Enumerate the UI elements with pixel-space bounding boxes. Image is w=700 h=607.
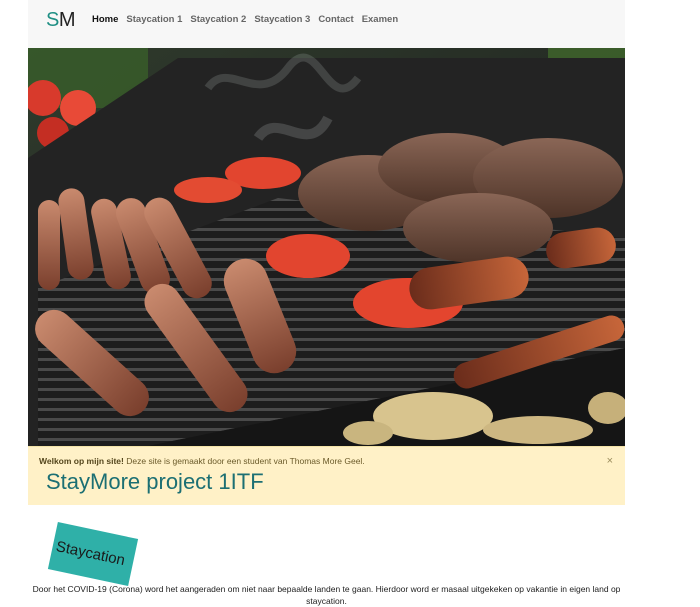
hero-image [28, 48, 625, 446]
brand-letter-s: S [46, 9, 59, 31]
page-title: StayMore project 1ITF [46, 469, 264, 494]
nav-item-contact[interactable]: Contact [318, 14, 353, 25]
welcome-alert: Welkom op mijn site! Deze site is gemaak… [28, 446, 625, 505]
brand-logo[interactable]: SM [46, 9, 76, 31]
nav-item-home[interactable]: Home [92, 14, 118, 25]
nav-item-staycation-1[interactable]: Staycation 1 [126, 14, 182, 25]
nav-item-staycation-3[interactable]: Staycation 3 [254, 14, 310, 25]
close-icon[interactable]: × [607, 455, 613, 467]
brand-letter-m: M [58, 9, 76, 31]
intro-paragraph: Door het COVID-19 (Corona) word het aang… [32, 584, 621, 606]
barbecue-illustration [28, 48, 625, 446]
alert-strong: Welkom op mijn site! [39, 456, 124, 466]
alert-body: Deze site is gemaakt door een student va… [126, 456, 365, 466]
nav-item-examen[interactable]: Examen [362, 14, 398, 25]
nav-item-staycation-2[interactable]: Staycation 2 [190, 14, 246, 25]
nav-menu: Home Staycation 1 Staycation 2 Staycatio… [92, 14, 398, 25]
navbar: SM Home Staycation 1 Staycation 2 Stayca… [28, 0, 625, 48]
alert-message: Welkom op mijn site! Deze site is gemaak… [39, 456, 365, 466]
